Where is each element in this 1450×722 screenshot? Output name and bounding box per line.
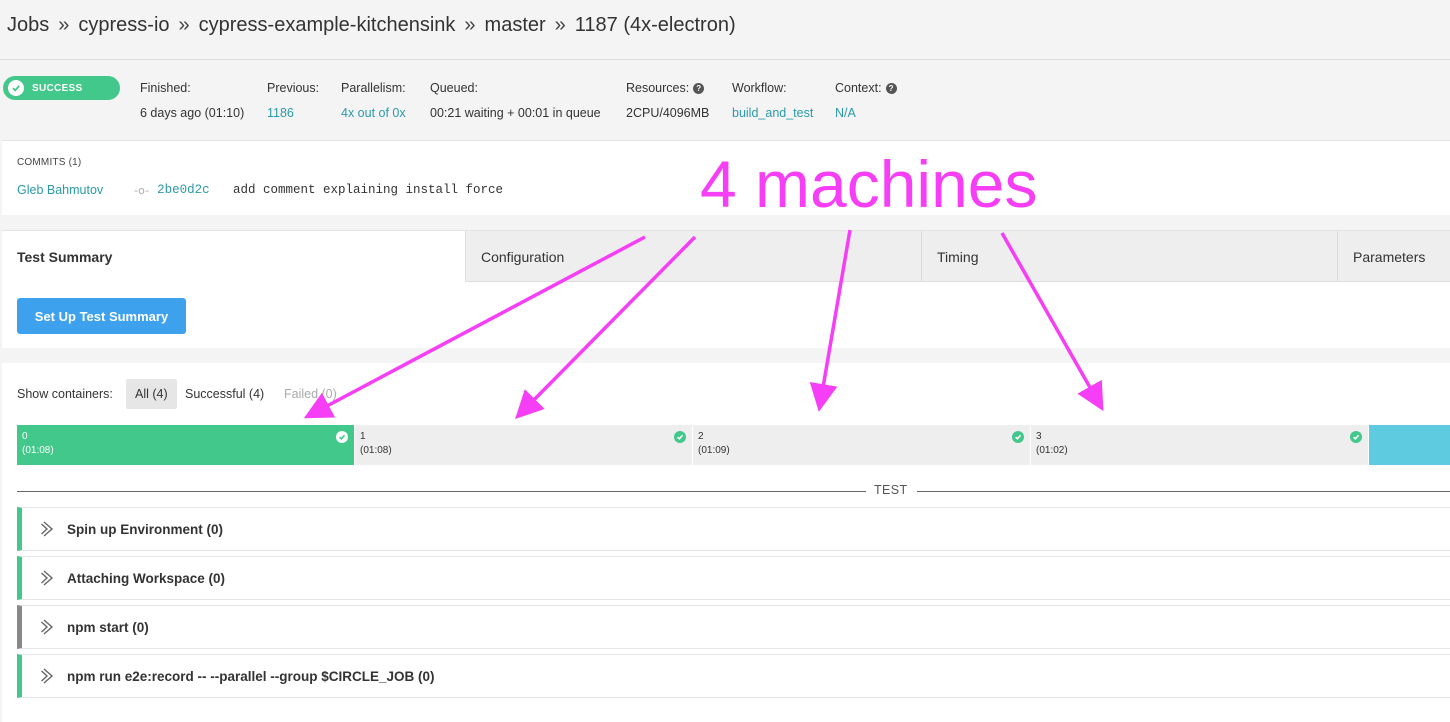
context-link[interactable]: N/A xyxy=(835,106,897,120)
job-meta: SUCCESS Finished: 6 days ago (01:10) Pre… xyxy=(0,61,1450,139)
finished-field: Finished: 6 days ago (01:10) xyxy=(140,81,244,120)
container-2[interactable]: 2 (01:09) xyxy=(693,425,1031,465)
resources-value: 2CPU/4096MB xyxy=(626,106,710,120)
step-title: npm start (0) xyxy=(67,620,149,635)
section-divider xyxy=(17,491,866,492)
container-index: 1 xyxy=(360,431,366,442)
commit-hash: -o- 2be0d2c xyxy=(134,183,210,197)
container-bar-overflow xyxy=(1369,425,1450,465)
step-title: npm run e2e:record -- --parallel --group… xyxy=(67,669,435,684)
filter-failed[interactable]: Failed (0) xyxy=(275,379,346,409)
step-title: Attaching Workspace (0) xyxy=(67,571,226,586)
tab-timing[interactable]: Timing xyxy=(921,231,1337,282)
commit-icon: -o- xyxy=(134,183,150,197)
tab-bar: Test Summary Configuration Timing Parame… xyxy=(2,231,1450,282)
resources-field: Resources:? 2CPU/4096MB xyxy=(626,81,709,120)
parallelism-link[interactable]: 4x out of 0x xyxy=(341,106,406,120)
check-icon xyxy=(674,431,686,443)
commit-message: add comment explaining install force xyxy=(233,183,504,197)
commit-author-link[interactable]: Gleb Bahmutov xyxy=(17,183,103,197)
previous-label: Previous: xyxy=(267,81,320,95)
workflow-link[interactable]: build_and_test xyxy=(732,106,813,120)
breadcrumb-jobs[interactable]: Jobs xyxy=(7,14,49,36)
filter-all[interactable]: All (4) xyxy=(126,379,177,409)
breadcrumb-project[interactable]: cypress-example-kitchensink xyxy=(199,14,456,36)
queued-value: 00:21 waiting + 00:01 in queue xyxy=(430,106,601,120)
chevron-right-icon xyxy=(41,570,54,586)
status-badge: SUCCESS xyxy=(3,76,120,100)
tabs-panel: Test Summary Configuration Timing Parame… xyxy=(2,230,1450,348)
breadcrumb-separator: » xyxy=(58,14,70,36)
check-icon xyxy=(1350,431,1362,443)
section-divider xyxy=(917,491,1450,492)
breadcrumb: Jobs » cypress-io » cypress-example-kitchens… xyxy=(7,14,736,37)
tab-parameters[interactable]: Parameters xyxy=(1337,231,1450,282)
breadcrumb-separator: » xyxy=(178,14,190,36)
section-label: TEST xyxy=(874,483,908,497)
check-icon xyxy=(1012,431,1024,443)
finished-label: Finished: xyxy=(140,81,191,95)
top-bar: Jobs » cypress-io » cypress-example-kitchens… xyxy=(0,0,1450,60)
filter-successful[interactable]: Successful (4) xyxy=(176,379,273,409)
step-npm-run-e2e-record[interactable]: npm run e2e:record -- --parallel --group… xyxy=(17,654,1450,698)
workflow-label: Workflow: xyxy=(732,81,787,95)
container-duration: (01:02) xyxy=(1036,445,1068,456)
step-npm-start[interactable]: npm start (0) xyxy=(17,605,1450,649)
container-duration: (01:08) xyxy=(360,445,392,456)
check-icon xyxy=(8,80,24,96)
container-0[interactable]: 0 (01:08) xyxy=(17,425,355,465)
workflow-field: Workflow: build_and_test xyxy=(732,81,813,120)
parallelism-label: Parallelism: xyxy=(341,81,406,95)
queued-label: Queued: xyxy=(430,81,478,95)
container-3[interactable]: 3 (01:02) xyxy=(1031,425,1369,465)
container-index: 2 xyxy=(698,431,704,442)
chevron-right-icon xyxy=(41,521,54,537)
help-icon[interactable]: ? xyxy=(693,82,705,94)
container-1[interactable]: 1 (01:08) xyxy=(355,425,693,465)
container-index: 0 xyxy=(22,431,28,442)
breadcrumb-branch[interactable]: master xyxy=(485,14,546,36)
tab-test-summary[interactable]: Test Summary xyxy=(2,231,465,282)
breadcrumb-job: 1187 (4x-electron) xyxy=(574,14,736,36)
container-index: 3 xyxy=(1036,431,1042,442)
help-icon[interactable]: ? xyxy=(885,82,897,94)
context-label: Context: xyxy=(835,81,882,95)
queued-field: Queued: 00:21 waiting + 00:01 in queue xyxy=(430,81,601,120)
previous-link[interactable]: 1186 xyxy=(267,106,319,120)
parallelism-field: Parallelism: 4x out of 0x xyxy=(341,81,406,120)
step-spin-up-environment[interactable]: Spin up Environment (0) xyxy=(17,507,1450,551)
step-attaching-workspace[interactable]: Attaching Workspace (0) xyxy=(17,556,1450,600)
status-label: SUCCESS xyxy=(32,82,83,94)
resources-label: Resources: xyxy=(626,81,690,95)
previous-field: Previous: 1186 xyxy=(267,81,319,120)
chevron-right-icon xyxy=(41,619,54,635)
finished-value: 6 days ago (01:10) xyxy=(140,106,245,120)
breadcrumb-org[interactable]: cypress-io xyxy=(78,14,169,36)
check-icon xyxy=(336,431,348,443)
tab-configuration[interactable]: Configuration xyxy=(465,231,921,282)
step-title: Spin up Environment (0) xyxy=(67,522,224,537)
breadcrumb-separator: » xyxy=(464,14,476,36)
show-containers-label: Show containers: xyxy=(17,387,113,401)
container-duration: (01:08) xyxy=(22,445,54,456)
chevron-right-icon xyxy=(41,668,54,684)
breadcrumb-separator: » xyxy=(554,14,566,36)
setup-test-summary-button[interactable]: Set Up Test Summary xyxy=(17,298,186,334)
containers-panel: Show containers: All (4) Successful (4) … xyxy=(2,363,1450,722)
commit-hash-link[interactable]: 2be0d2c xyxy=(157,183,210,197)
container-duration: (01:09) xyxy=(698,445,730,456)
annotation-text: 4 machines xyxy=(700,147,1038,221)
commits-header: COMMITS (1) xyxy=(17,157,82,168)
context-field: Context:? N/A xyxy=(835,81,897,120)
